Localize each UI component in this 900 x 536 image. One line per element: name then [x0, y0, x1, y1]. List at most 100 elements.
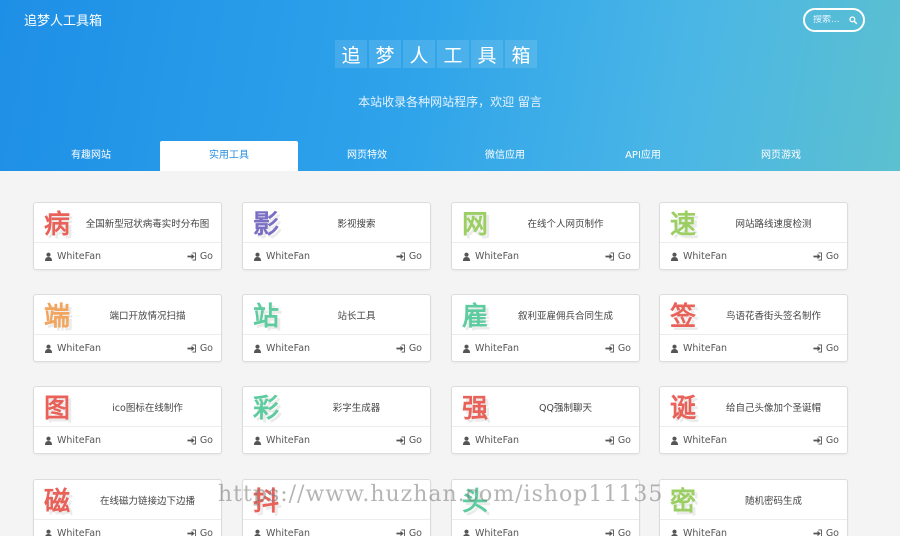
card-glyph: 签 [669, 302, 696, 332]
author-name: WhiteFan [57, 250, 102, 262]
title-char: 追 [335, 40, 367, 68]
go-link[interactable]: Go [187, 251, 213, 262]
tool-card[interactable]: 网 在线个人网页制作 WhiteFan Go [451, 202, 640, 270]
tool-card[interactable]: 端 端口开放情况扫描 WhiteFan Go [33, 294, 222, 362]
tool-card[interactable]: 影 影视搜索 WhiteFan Go [242, 202, 431, 270]
go-link[interactable]: Go [813, 435, 839, 446]
search-icon[interactable] [849, 15, 857, 25]
go-link[interactable]: Go [187, 343, 213, 354]
card-author: WhiteFan [44, 435, 101, 446]
go-link[interactable]: Go [605, 251, 631, 262]
card-header[interactable]: 影 影视搜索 [243, 203, 430, 243]
tool-card[interactable]: 病 全国新型冠状病毒实时分布图 WhiteFan Go [33, 202, 222, 270]
card-glyph: 雇 [461, 302, 488, 332]
author-name: WhiteFan [57, 434, 102, 446]
go-link[interactable]: Go [813, 251, 839, 262]
tab-wechat-apps[interactable]: 微信应用 [436, 141, 574, 171]
tab-web-games[interactable]: 网页游戏 [712, 141, 850, 171]
search-box[interactable] [803, 8, 865, 32]
card-footer: WhiteFan Go [660, 427, 847, 453]
tool-card[interactable]: 速 网站路线速度检测 WhiteFan Go [659, 202, 848, 270]
sign-in-icon [813, 251, 822, 261]
tab-fun-sites[interactable]: 有趣网站 [22, 141, 160, 171]
sign-in-icon [396, 251, 405, 261]
card-glyph: 彩 [252, 394, 279, 424]
author-name: WhiteFan [475, 434, 520, 446]
go-label: Go [199, 527, 213, 536]
author-name: WhiteFan [475, 342, 520, 354]
card-title: 站长工具 [337, 310, 376, 322]
title-char: 工 [437, 40, 469, 68]
author-name: WhiteFan [57, 527, 102, 536]
tool-card[interactable]: 图 ico图标在线制作 WhiteFan Go [33, 386, 222, 454]
go-link[interactable]: Go [813, 528, 839, 536]
author-name: WhiteFan [266, 527, 311, 536]
sign-in-icon [813, 528, 822, 536]
go-link[interactable]: Go [605, 343, 631, 354]
go-label: Go [408, 527, 422, 536]
go-link[interactable]: Go [605, 528, 631, 536]
tool-card[interactable]: 签 鸟语花香街头签名制作 WhiteFan Go [659, 294, 848, 362]
user-icon [462, 344, 471, 353]
card-author: WhiteFan [462, 343, 519, 354]
site-brand[interactable]: 追梦人工具箱 [24, 10, 102, 29]
card-glyph: 站 [252, 302, 279, 332]
card-footer: WhiteFan Go [243, 335, 430, 361]
card-header[interactable]: 强 QQ强制聊天 [452, 387, 639, 427]
tab-web-effects[interactable]: 网页特效 [298, 141, 436, 171]
card-header[interactable]: 图 ico图标在线制作 [34, 387, 221, 427]
card-footer: WhiteFan Go [452, 520, 639, 536]
card-footer: WhiteFan Go [34, 243, 221, 269]
card-title: ico图标在线制作 [112, 402, 183, 414]
card-footer: WhiteFan Go [243, 520, 430, 536]
card-header[interactable]: 站 站长工具 [243, 295, 430, 335]
user-icon [670, 436, 679, 445]
go-label: Go [825, 250, 839, 262]
search-input[interactable] [813, 15, 849, 25]
card-author: WhiteFan [670, 343, 727, 354]
card-header[interactable]: 诞 给自己头像加个圣诞帽 [660, 387, 847, 427]
card-header[interactable]: 密 随机密码生成 [660, 480, 847, 520]
go-link[interactable]: Go [396, 435, 422, 446]
sign-in-icon [187, 343, 196, 353]
card-header[interactable]: 磁 在线磁力链接边下边播 [34, 480, 221, 520]
card-footer: WhiteFan Go [452, 335, 639, 361]
card-header[interactable]: 签 鸟语花香街头签名制作 [660, 295, 847, 335]
card-header[interactable]: 端 端口开放情况扫描 [34, 295, 221, 335]
go-link[interactable]: Go [187, 528, 213, 536]
card-header[interactable]: 速 网站路线速度检测 [660, 203, 847, 243]
card-footer: WhiteFan Go [660, 520, 847, 536]
card-title: 在线磁力链接边下边播 [99, 495, 195, 507]
user-icon [463, 529, 470, 536]
tab-api-apps[interactable]: API应用 [574, 141, 712, 171]
go-link[interactable]: Go [813, 343, 839, 354]
tool-card[interactable]: 彩 彩字生成器 WhiteFan Go [242, 386, 431, 454]
card-header[interactable]: 彩 彩字生成器 [243, 387, 430, 427]
go-label: Go [617, 527, 631, 536]
sign-in-icon [605, 435, 614, 445]
tool-card[interactable]: 雇 叙利亚雇佣兵合同生成 WhiteFan Go [451, 294, 640, 362]
card-title: 彩字生成器 [332, 402, 381, 414]
go-label: Go [825, 527, 839, 536]
go-link[interactable]: Go [396, 343, 422, 354]
card-header[interactable]: 网 在线个人网页制作 [452, 203, 639, 243]
card-author: WhiteFan [44, 343, 101, 354]
card-glyph: 网 [461, 210, 488, 240]
tool-card[interactable]: 密 随机密码生成 WhiteFan Go [659, 479, 848, 536]
go-link[interactable]: Go [396, 528, 422, 536]
card-header[interactable]: 雇 叙利亚雇佣兵合同生成 [452, 295, 639, 335]
tab-useful-tools[interactable]: 实用工具 [160, 141, 298, 171]
card-header[interactable]: 病 全国新型冠状病毒实时分布图 [34, 203, 221, 243]
card-author: WhiteFan [253, 528, 310, 536]
author-name: WhiteFan [475, 250, 520, 262]
tool-card[interactable]: 强 QQ强制聊天 WhiteFan Go [451, 386, 640, 454]
go-link[interactable]: Go [396, 251, 422, 262]
user-icon [462, 436, 471, 445]
go-link[interactable]: Go [605, 435, 631, 446]
go-link[interactable]: Go [187, 435, 213, 446]
tool-card[interactable]: 磁 在线磁力链接边下边播 WhiteFan Go [33, 479, 222, 536]
user-icon [670, 344, 679, 353]
author-name: WhiteFan [683, 250, 728, 262]
tool-card[interactable]: 诞 给自己头像加个圣诞帽 WhiteFan Go [659, 386, 848, 454]
tool-card[interactable]: 站 站长工具 WhiteFan Go [242, 294, 431, 362]
